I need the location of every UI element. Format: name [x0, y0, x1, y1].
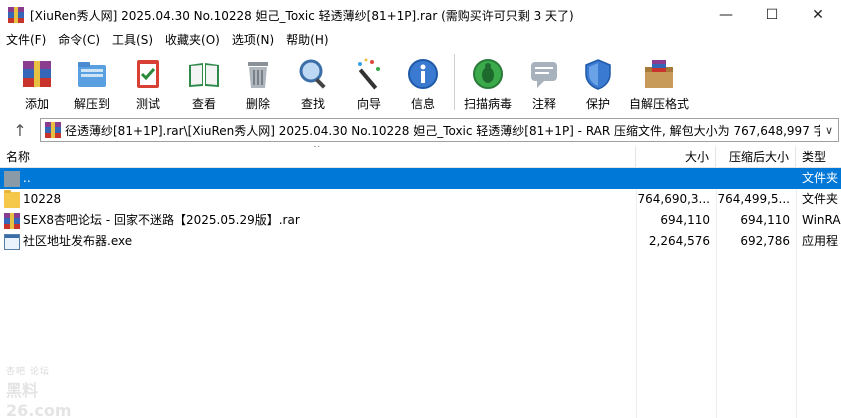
file-size [636, 168, 716, 189]
menu-tools[interactable]: 工具(S) [106, 30, 159, 50]
wizard-label: 向导 [356, 97, 381, 111]
find-icon [295, 56, 331, 92]
protect-label: 保护 [585, 97, 610, 111]
file-size: 764,690,3... [637, 192, 710, 206]
table-row[interactable]: 10228 764,690,3... 764,499,5... 文件夹 [0, 189, 841, 210]
protect-icon [580, 56, 616, 92]
column-header-name[interactable]: ^ 名称 [0, 145, 636, 168]
menu-commands[interactable]: 命令(C) [52, 30, 106, 50]
menu-options[interactable]: 选项(N) [226, 30, 280, 50]
info-button[interactable]: 信息 [396, 52, 450, 112]
chevron-down-icon[interactable]: ∨ [820, 119, 838, 141]
menu-help[interactable]: 帮助(H) [280, 30, 334, 50]
info-icon [405, 56, 441, 92]
watermark-main-text: 黑料26.com [6, 381, 72, 418]
list-header: ^ 名称 大小 压缩后大小 类型 [0, 145, 841, 168]
column-header-packed[interactable]: 压缩后大小 [716, 145, 796, 168]
up-one-level-button[interactable]: ↑ [0, 116, 40, 144]
column-header-size[interactable]: 大小 [636, 145, 716, 168]
toolbar-separator [454, 54, 455, 110]
address-path-text: 径透薄纱[81+1P].rar\[XiuRen秀人网] 2025.04.30 N… [65, 123, 820, 138]
table-row[interactable]: 社区地址发布器.exe 2,264,576 692,786 应用程 [0, 231, 841, 252]
menu-file[interactable]: 文件(F) [0, 30, 52, 50]
extract-icon [74, 56, 110, 92]
test-button[interactable]: 测试 [120, 52, 176, 112]
parent-folder-icon [4, 170, 20, 187]
extract-to-label: 解压到 [73, 97, 110, 111]
test-icon [130, 56, 166, 92]
virus-scan-label: 扫描病毒 [463, 97, 512, 111]
sort-ascending-icon: ^ [313, 145, 321, 154]
view-icon [186, 56, 222, 92]
file-type: 文件夹 [802, 192, 839, 206]
address-path-field[interactable]: 径透薄纱[81+1P].rar\[XiuRen秀人网] 2025.04.30 N… [40, 118, 839, 142]
column-header-name-label: 名称 [6, 149, 31, 164]
comment-icon [526, 56, 562, 92]
table-row[interactable]: .. 文件夹 [0, 168, 841, 189]
maximize-button[interactable]: ☐ [749, 0, 795, 30]
column-header-type[interactable]: 类型 [796, 146, 841, 168]
extract-to-button[interactable]: 解压到 [64, 52, 120, 112]
sfx-icon [641, 56, 677, 92]
watermark: 杏吧 论坛 黑料26.com [6, 364, 96, 418]
file-type: 应用程 [802, 234, 839, 248]
virus-scan-icon [470, 56, 506, 92]
add-icon [19, 56, 55, 92]
file-packed-size: 692,786 [740, 234, 790, 248]
file-size: 694,110 [660, 213, 710, 227]
info-label: 信息 [410, 97, 435, 111]
virus-scan-button[interactable]: 扫描病毒 [459, 52, 517, 112]
file-type: 文件夹 [802, 171, 839, 185]
view-label: 查看 [191, 97, 216, 111]
delete-label: 删除 [245, 97, 270, 111]
delete-icon [240, 56, 276, 92]
menu-favorites[interactable]: 收藏夹(O) [159, 30, 226, 50]
archive-icon [45, 122, 61, 138]
title-bar: [XiuRen秀人网] 2025.04.30 No.10228 妲己_Toxic… [0, 0, 841, 30]
minimize-button[interactable]: — [703, 0, 749, 30]
sfx-button[interactable]: 自解压格式 [625, 52, 693, 112]
close-button[interactable]: ✕ [795, 0, 841, 30]
window-title: [XiuRen秀人网] 2025.04.30 No.10228 妲己_Toxic… [30, 8, 574, 23]
table-row[interactable]: SEX8杏吧论坛 - 回家不迷路【2025.05.29版】.rar 694,11… [0, 210, 841, 231]
address-bar: ↑ 径透薄纱[81+1P].rar\[XiuRen秀人网] 2025.04.30… [0, 116, 841, 144]
file-packed-size: 764,499,5... [717, 192, 790, 206]
file-size: 2,264,576 [648, 234, 710, 248]
folder-icon [4, 189, 20, 208]
file-type: WinRA [802, 213, 841, 227]
menu-bar: 文件(F) 命令(C) 工具(S) 收藏夹(O) 选项(N) 帮助(H) [0, 30, 841, 50]
file-name: 10228 [23, 192, 62, 206]
comment-label: 注释 [531, 97, 556, 111]
wizard-icon [351, 56, 387, 92]
find-label: 查找 [300, 97, 325, 111]
protect-button[interactable]: 保护 [571, 52, 625, 112]
comment-button[interactable]: 注释 [517, 52, 571, 112]
winrar-app-icon[interactable] [8, 7, 24, 23]
sfx-label: 自解压格式 [628, 97, 689, 111]
file-list: .. 文件夹 10228 764,690,3... 764,499,5... 文… [0, 168, 841, 252]
file-name: 社区地址发布器.exe [23, 234, 133, 248]
delete-button[interactable]: 删除 [232, 52, 284, 112]
file-packed-size [716, 168, 796, 189]
watermark-top-text: 杏吧 论坛 [6, 367, 50, 377]
toolbar: 添加 解压到 测试 查看 删除 查找 向导 信息 扫描病毒 注释 保护 自解压格… [0, 52, 841, 114]
add-label: 添加 [24, 97, 49, 111]
view-button[interactable]: 查看 [176, 52, 232, 112]
test-label: 测试 [135, 97, 160, 111]
find-button[interactable]: 查找 [284, 52, 342, 112]
wizard-button[interactable]: 向导 [342, 52, 396, 112]
exe-file-icon [4, 233, 20, 250]
rar-file-icon [4, 212, 20, 229]
file-packed-size: 694,110 [740, 213, 790, 227]
add-button[interactable]: 添加 [10, 52, 64, 112]
file-name: SEX8杏吧论坛 - 回家不迷路【2025.05.29版】.rar [23, 213, 300, 227]
file-name: .. [23, 171, 31, 185]
